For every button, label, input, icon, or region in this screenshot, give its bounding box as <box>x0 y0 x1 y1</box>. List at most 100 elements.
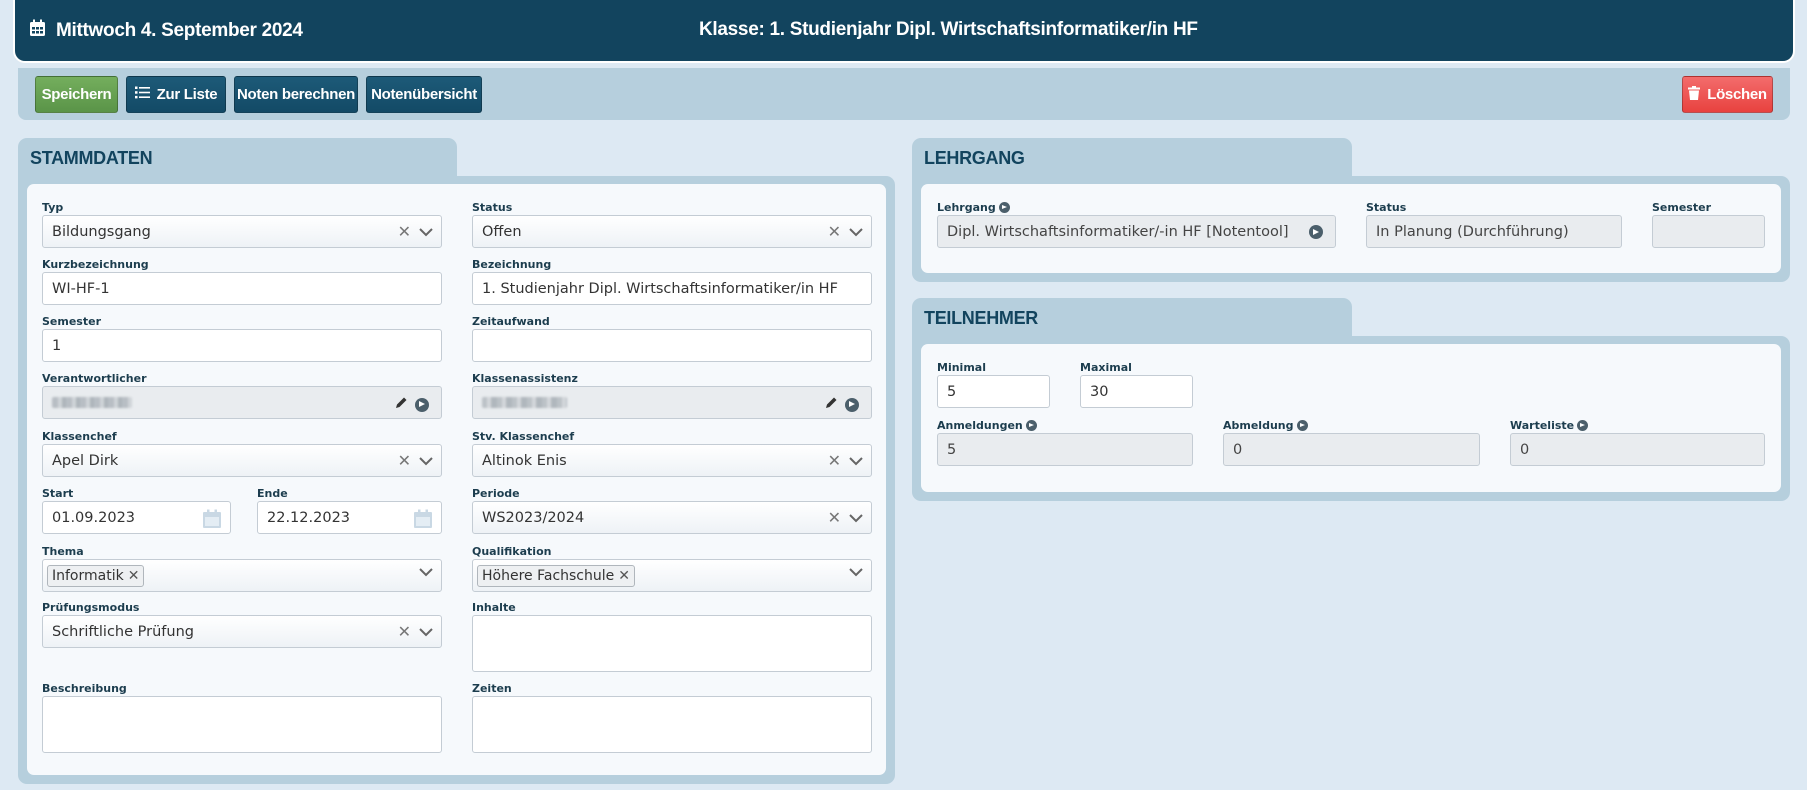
chevron-down-icon[interactable] <box>419 227 433 237</box>
verantwortlicher-field: Verantwortlicher <box>42 371 442 419</box>
pruefungsmodus-label: Prüfungsmodus <box>42 601 140 614</box>
calc-grades-button[interactable]: Noten berechnen <box>234 76 358 113</box>
stv-klassenchef-select[interactable]: Altinok Enis ✕ <box>472 444 872 477</box>
chevron-down-icon[interactable] <box>849 227 863 237</box>
status-field: Status Offen ✕ <box>472 200 872 248</box>
anmeldungen-value: 5 <box>937 433 1193 466</box>
periode-label: Periode <box>472 487 520 500</box>
thema-tag: Informatik ✕ <box>47 564 145 587</box>
pencil-icon[interactable] <box>825 396 838 413</box>
lehrgang-label-text: Lehrgang <box>937 201 996 214</box>
stv-klassenchef-label: Stv. Klassenchef <box>472 430 575 443</box>
beschreibung-textarea[interactable] <box>42 696 442 753</box>
kurzbezeichnung-field: Kurzbezeichnung WI-HF-1 <box>42 257 442 305</box>
chevron-down-icon[interactable] <box>849 456 863 466</box>
lehrgang-value: Dipl. Wirtschaftsinformatiker/-in HF [No… <box>937 215 1336 248</box>
inhalte-textarea[interactable] <box>472 615 872 672</box>
lehrgang-semester-field: Semester <box>1652 200 1765 248</box>
kurzbezeichnung-input[interactable]: WI-HF-1 <box>42 272 442 305</box>
minimal-label: Minimal <box>937 361 986 374</box>
klassenchef-label: Klassenchef <box>42 430 117 443</box>
status-label: Status <box>472 201 513 214</box>
pencil-icon[interactable] <box>395 396 408 413</box>
semester-field: Semester 1 <box>42 314 442 362</box>
lehrgang-field: Lehrgang Dipl. Wirtschaftsinformatiker/-… <box>937 200 1336 248</box>
klassenchef-select[interactable]: Apel Dirk ✕ <box>42 444 442 477</box>
qualifikation-multiselect[interactable]: Höhere Fachschule ✕ <box>472 559 872 592</box>
zeiten-field: Zeiten <box>472 681 872 753</box>
ende-date-input[interactable]: 22.12.2023 <box>257 501 442 534</box>
arrow-circle-icon[interactable] <box>1309 225 1323 239</box>
toolbar: Speichern Zur Liste Noten berechnen Note… <box>18 68 1790 120</box>
arrow-circle-icon[interactable] <box>1577 420 1589 431</box>
warteliste-label: Warteliste <box>1510 418 1765 433</box>
thema-multiselect[interactable]: Informatik ✕ <box>42 559 442 592</box>
thema-label: Thema <box>42 545 84 558</box>
to-list-button[interactable]: Zur Liste <box>126 76 226 113</box>
arrow-circle-icon[interactable] <box>1025 420 1037 431</box>
delete-button[interactable]: Löschen <box>1682 76 1773 113</box>
lehrgang-semester-value <box>1652 215 1765 248</box>
bezeichnung-input[interactable]: 1. Studienjahr Dipl. Wirtschaftsinformat… <box>472 272 872 305</box>
chevron-down-icon[interactable] <box>849 513 863 523</box>
save-label: Speichern <box>41 86 112 103</box>
pruefungsmodus-value: Schriftliche Prüfung <box>52 623 194 640</box>
redacted-name <box>52 397 132 408</box>
clear-icon[interactable]: ✕ <box>398 624 411 640</box>
clear-icon[interactable]: ✕ <box>828 510 841 526</box>
arrow-circle-icon[interactable] <box>845 397 859 412</box>
grade-overview-button[interactable]: Notenübersicht <box>366 76 482 113</box>
lehrgang-status-field: Status In Planung (Durchführung) <box>1366 200 1622 248</box>
redacted-name <box>482 397 567 408</box>
bezeichnung-field: Bezeichnung 1. Studienjahr Dipl. Wirtsch… <box>472 257 872 305</box>
chevron-down-icon[interactable] <box>419 627 433 637</box>
status-value: Offen <box>482 223 522 240</box>
date-text: Mittwoch 4. September 2024 <box>56 20 303 41</box>
maximal-input[interactable]: 30 <box>1080 375 1193 408</box>
calendar-icon[interactable] <box>202 509 222 533</box>
arrow-circle-icon[interactable] <box>415 397 429 412</box>
zeiten-textarea[interactable] <box>472 696 872 753</box>
top-header: Mittwoch 4. September 2024 Klasse: 1. St… <box>15 0 1793 61</box>
klassenassistenz-field: Klassenassistenz <box>472 371 872 419</box>
klassenchef-value: Apel Dirk <box>52 452 119 469</box>
periode-field: Periode WS2023/2024 ✕ <box>472 486 872 534</box>
clear-icon[interactable]: ✕ <box>398 224 411 240</box>
arrow-circle-icon[interactable] <box>1296 420 1308 431</box>
pruefungsmodus-select[interactable]: Schriftliche Prüfung ✕ <box>42 615 442 648</box>
stammdaten-body: Typ Bildungsgang ✕ Status Offen ✕ Kurzbe… <box>27 184 886 775</box>
teilnehmer-panel: TEILNEHMER Minimal 5 Maximal 30 Anmeldun… <box>912 298 1790 501</box>
clear-icon[interactable]: ✕ <box>828 453 841 469</box>
clear-icon[interactable]: ✕ <box>828 224 841 240</box>
calendar-icon <box>29 19 46 43</box>
save-button[interactable]: Speichern <box>35 76 118 113</box>
remove-tag-icon[interactable]: ✕ <box>618 568 630 584</box>
start-field: Start 01.09.2023 <box>42 486 231 534</box>
semester-input[interactable]: 1 <box>42 329 442 362</box>
arrow-circle-icon[interactable] <box>998 202 1010 213</box>
lehrgang-label: Lehrgang <box>937 200 1336 215</box>
verantwortlicher-label: Verantwortlicher <box>42 372 147 385</box>
start-label: Start <box>42 487 74 500</box>
maximal-field: Maximal 30 <box>1080 360 1193 408</box>
minimal-input[interactable]: 5 <box>937 375 1050 408</box>
klassenchef-field: Klassenchef Apel Dirk ✕ <box>42 429 442 477</box>
chevron-down-icon[interactable] <box>419 568 433 577</box>
qualifikation-field: Qualifikation Höhere Fachschule ✕ <box>472 544 872 592</box>
trash-icon <box>1688 85 1701 104</box>
chevron-down-icon[interactable] <box>849 568 863 577</box>
chevron-down-icon[interactable] <box>419 456 433 466</box>
calc-grades-label: Noten berechnen <box>236 86 356 103</box>
verantwortlicher-value <box>42 386 442 419</box>
anmeldungen-field: Anmeldungen 5 <box>937 418 1193 466</box>
periode-select[interactable]: WS2023/2024 ✕ <box>472 501 872 534</box>
zeitaufwand-input[interactable] <box>472 329 872 362</box>
remove-tag-icon[interactable]: ✕ <box>128 568 140 584</box>
typ-select[interactable]: Bildungsgang ✕ <box>42 215 442 248</box>
status-select[interactable]: Offen ✕ <box>472 215 872 248</box>
calendar-icon[interactable] <box>413 509 433 533</box>
start-date-input[interactable]: 01.09.2023 <box>42 501 231 534</box>
clear-icon[interactable]: ✕ <box>398 453 411 469</box>
typ-label: Typ <box>42 201 64 214</box>
stammdaten-panel: STAMMDATEN Typ Bildungsgang ✕ Status Off… <box>18 138 895 784</box>
